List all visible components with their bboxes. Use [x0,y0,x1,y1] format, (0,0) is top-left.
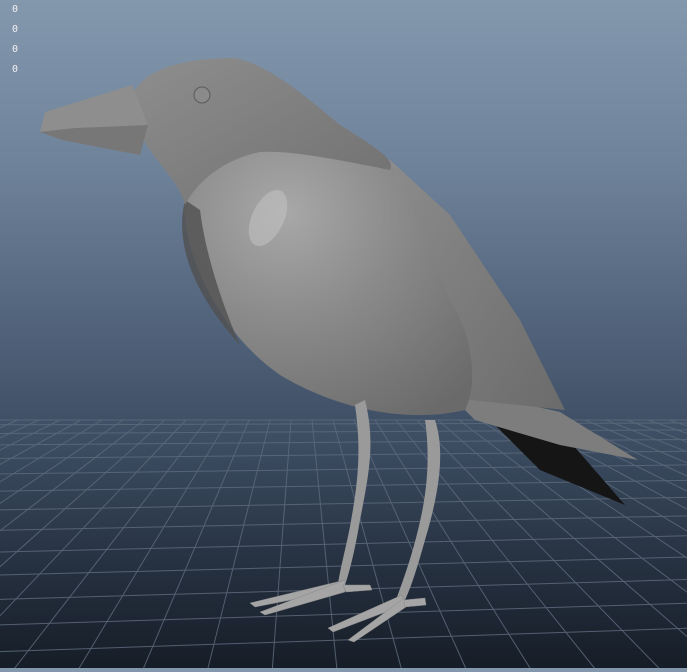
3d-viewport[interactable]: 0 0 0 0 [0,0,687,672]
ground-grid [0,419,687,672]
grid-line [668,419,687,427]
hud-value: 0 [12,64,19,75]
grid-line [206,419,271,672]
hud-value: 0 [12,24,19,35]
viewport-canvas [0,58,687,672]
right-foot [327,594,427,643]
hud-value: 0 [12,44,19,55]
left-leg [338,400,371,585]
grid-line [0,419,61,451]
grid-line [626,419,687,443]
body [184,145,473,416]
grid-line [0,627,687,653]
eye [193,86,211,104]
right-leg [397,420,441,600]
grid-line [0,496,687,511]
hud-value: 0 [12,4,19,15]
hud-readout: 0 0 0 0 [12,0,18,80]
grid-line [374,419,534,672]
grid-line [0,422,687,426]
grid-line [0,535,687,553]
grid-line [0,515,687,531]
grid-line [0,419,40,439]
left-foot [249,579,373,616]
grid-line [271,419,292,672]
grid-line [0,419,19,429]
